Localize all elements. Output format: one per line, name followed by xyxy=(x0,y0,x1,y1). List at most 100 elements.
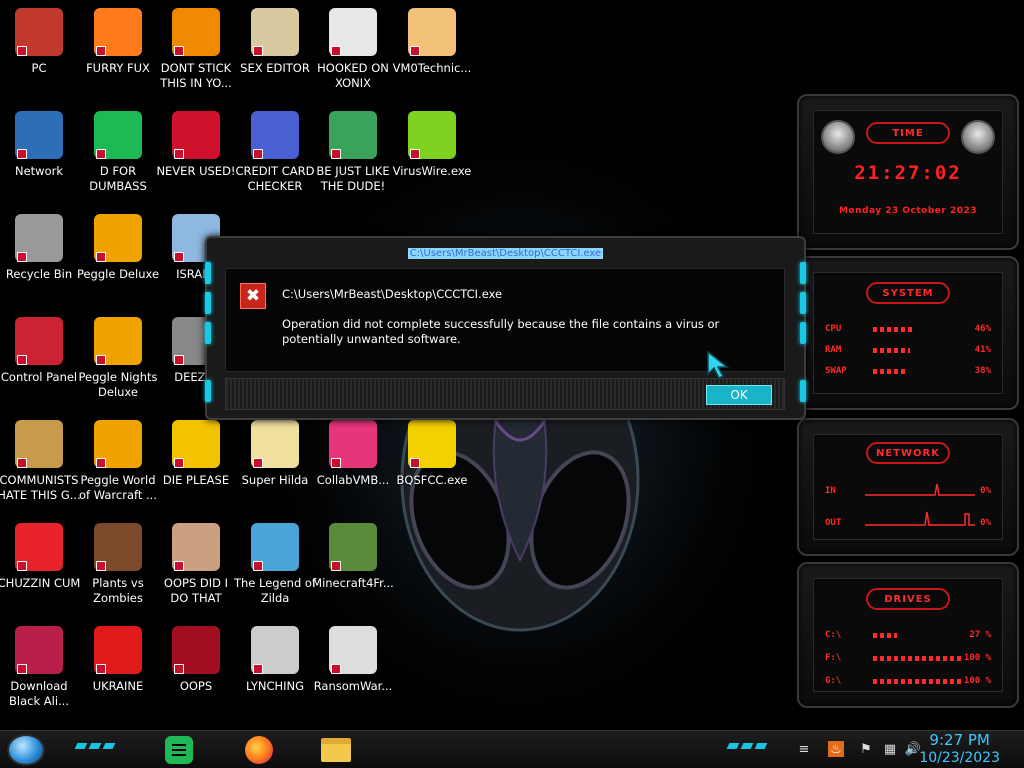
desktop-icon[interactable]: UKRAINE xyxy=(79,626,157,724)
shortcut-badge-icon xyxy=(331,561,341,571)
tray-java-icon[interactable]: ♨ xyxy=(828,741,844,757)
ok-button[interactable]: OK xyxy=(706,385,772,405)
taskbar-file-explorer-icon[interactable] xyxy=(320,734,352,766)
desktop-icon[interactable]: D FOR DUMBASS xyxy=(79,111,157,209)
desktop-icon[interactable]: Control Panel xyxy=(0,317,78,415)
error-icon: ✖ xyxy=(240,283,266,309)
desktop-icon[interactable]: OOPS xyxy=(157,626,235,724)
drives-label: G:\ xyxy=(825,676,842,686)
app-icon xyxy=(329,523,377,571)
desktop-icon[interactable]: OOPS DID I DO THAT xyxy=(157,523,235,621)
app-icon xyxy=(408,420,456,468)
desktop-icon-label: DIE PLEASE xyxy=(162,473,230,487)
desktop-icon[interactable]: Peggle Deluxe xyxy=(76,214,160,312)
app-icon xyxy=(15,317,63,365)
app-icon xyxy=(94,420,142,468)
network-in-label: IN xyxy=(825,486,836,496)
shortcut-badge-icon xyxy=(253,458,263,468)
desktop-icon-label: Network xyxy=(14,164,64,178)
desktop-icon[interactable]: Plants vs Zombies xyxy=(79,523,157,621)
desktop-icon[interactable]: FURRY FUX xyxy=(79,8,157,106)
desktop-icon[interactable]: CREDIT CARD CHECKER xyxy=(236,111,314,209)
taskbar-accent-left xyxy=(74,743,116,749)
dialog-left-accent xyxy=(205,292,211,314)
desktop-icon-label: BQSFCC.exe xyxy=(396,473,468,487)
shortcut-badge-icon xyxy=(331,149,341,159)
taskbar-firefox-icon[interactable] xyxy=(243,734,275,766)
alien-left-icon xyxy=(821,120,855,154)
desktop-icon[interactable]: Network xyxy=(0,111,78,209)
network-out-row: OUT 0% xyxy=(825,511,991,530)
desktop-icon[interactable]: BE JUST LIKE THE DUDE! xyxy=(314,111,392,209)
desktop-icon[interactable]: COMMUNISTS HATE THIS G... xyxy=(0,420,81,518)
shortcut-badge-icon xyxy=(17,561,27,571)
desktop-icon[interactable]: NEVER USED! xyxy=(156,111,236,209)
shortcut-badge-icon xyxy=(96,458,106,468)
desktop-icon[interactable]: RansomWar... xyxy=(314,626,392,724)
shortcut-badge-icon xyxy=(174,149,184,159)
desktop-icon-label: Peggle Deluxe xyxy=(76,267,160,281)
mouse-cursor-icon xyxy=(707,350,730,380)
desktop-icon[interactable]: CHUZZIN CUM xyxy=(0,523,80,621)
desktop-icon-label: Plants vs Zombies xyxy=(92,576,144,605)
desktop-icon-label: Download Black Ali... xyxy=(9,679,69,708)
app-icon xyxy=(172,626,220,674)
shortcut-badge-icon xyxy=(253,149,263,159)
app-icon xyxy=(15,111,63,159)
dialog-file-path: C:\Users\MrBeast\Desktop\CCCTCI.exe xyxy=(282,287,503,301)
desktop-icon[interactable]: DIE PLEASE xyxy=(157,420,235,518)
app-icon xyxy=(329,420,377,468)
drives-usage-bar xyxy=(873,679,963,684)
tray-network-icon[interactable]: ▦ xyxy=(882,741,898,757)
time-widget-date: Monday 23 October 2023 xyxy=(838,206,978,216)
desktop-icon[interactable]: The Legend of Zilda xyxy=(234,523,316,621)
desktop-icon[interactable]: VirusWire.exe xyxy=(393,111,471,209)
desktop-icon[interactable]: Recycle Bin xyxy=(0,214,78,312)
desktop-icon-label: Recycle Bin xyxy=(5,267,73,281)
tray-flag-icon[interactable]: ⚑ xyxy=(858,741,874,757)
time-widget-title: Time xyxy=(866,122,950,144)
app-icon xyxy=(94,626,142,674)
shortcut-badge-icon xyxy=(174,46,184,56)
desktop-icon[interactable]: Peggle World of Warcraft ... xyxy=(79,420,157,518)
desktop-icon[interactable]: HOOKED ON XONIX xyxy=(314,8,392,106)
app-icon xyxy=(251,8,299,56)
desktop-icon[interactable]: Super Hilda xyxy=(236,420,314,518)
desktop-icon[interactable]: Download Black Ali... xyxy=(0,626,78,724)
shortcut-badge-icon xyxy=(174,252,184,262)
taskbar-clock[interactable]: 9:27 PM 10/23/2023 xyxy=(919,731,1000,767)
desktop-icon-label: VM0Technic... xyxy=(392,61,472,75)
desktop-icon-label: PC xyxy=(31,61,47,75)
desktop-icon[interactable]: LYNCHING xyxy=(236,626,314,724)
dialog-title-bar[interactable]: C:\Users\MrBeast\Desktop\CCCTCI.exe xyxy=(207,248,804,259)
app-icon xyxy=(408,111,456,159)
dialog-footer: OK xyxy=(225,378,785,410)
desktop-icon-label: CollabVMB... xyxy=(316,473,390,487)
dialog-right-accent xyxy=(800,262,806,284)
desktop-icon[interactable]: Peggle Nights Deluxe xyxy=(78,317,158,415)
tray-show-desktop-icon[interactable]: ≡ xyxy=(796,741,812,757)
desktop-icon-label: BE JUST LIKE THE DUDE! xyxy=(316,164,390,193)
app-icon xyxy=(15,626,63,674)
drives-value: 27 % xyxy=(969,630,991,640)
desktop-icon-label: COMMUNISTS HATE THIS G... xyxy=(0,473,81,502)
drives-widget: Drives C:\ 27 % F:\ 100 % G:\ 100 % xyxy=(797,562,1019,708)
network-in-graph xyxy=(865,483,975,496)
shortcut-badge-icon xyxy=(331,46,341,56)
drives-widget-title: Drives xyxy=(866,588,950,610)
network-in-row: IN 0% xyxy=(825,483,991,498)
desktop-icon-label: HOOKED ON XONIX xyxy=(317,61,389,90)
desktop-icon-label: Super Hilda xyxy=(241,473,309,487)
desktop-icon[interactable]: CollabVMB... xyxy=(314,420,392,518)
desktop-icon[interactable]: PC xyxy=(0,8,78,106)
start-button[interactable] xyxy=(7,734,45,766)
desktop-icon[interactable]: Minecraft4Fr... xyxy=(312,523,394,621)
desktop-icon[interactable]: VM0Technic... xyxy=(393,8,471,106)
taskbar-spotify-icon[interactable] xyxy=(163,734,195,766)
desktop-icon[interactable]: DONT STICK THIS IN YO... xyxy=(157,8,235,106)
desktop-icon[interactable]: SEX EDITOR xyxy=(236,8,314,106)
desktop-icon-label: RansomWar... xyxy=(313,679,393,693)
desktop-icon-label: D FOR DUMBASS xyxy=(89,164,147,193)
desktop-icon[interactable]: BQSFCC.exe xyxy=(393,420,471,518)
shortcut-badge-icon xyxy=(253,664,263,674)
